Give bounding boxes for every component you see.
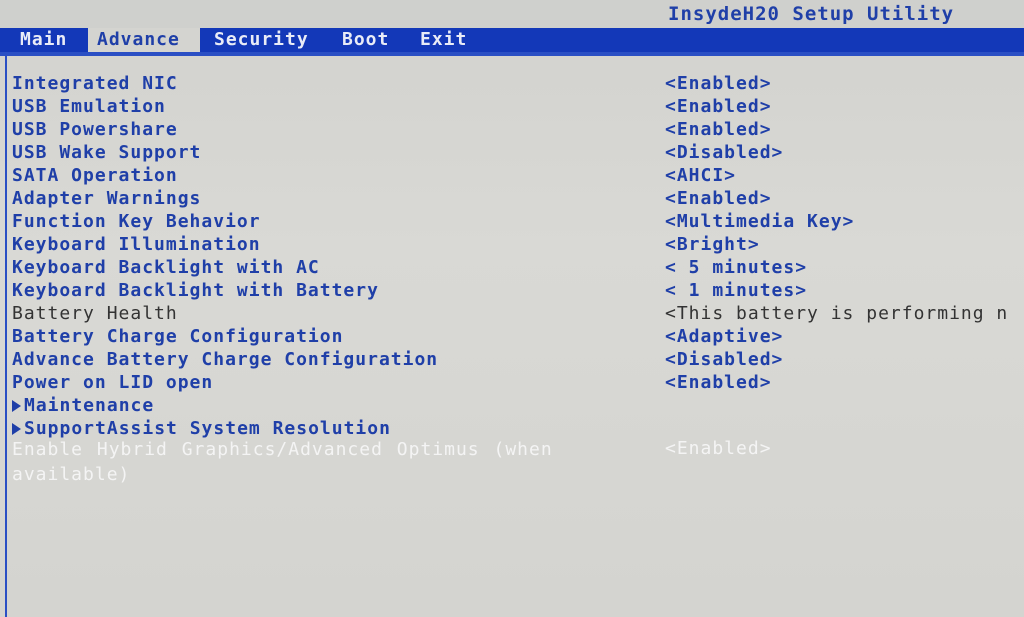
submenu-label: Maintenance — [12, 395, 154, 416]
setting-value[interactable]: < 5 minutes> — [665, 257, 807, 278]
setting-keyboard-backlight-battery[interactable]: Keyboard Backlight with Battery < 1 minu… — [0, 280, 1024, 303]
setting-advance-battery-charge-configuration[interactable]: Advance Battery Charge Configuration <Di… — [0, 349, 1024, 372]
setting-usb-powershare[interactable]: USB Powershare <Enabled> — [0, 119, 1024, 142]
bios-screen: InsydeH20 Setup Utility Main Advance Sec… — [0, 0, 1024, 617]
submenu-text: Maintenance — [24, 395, 155, 416]
right-triangle-icon — [12, 400, 21, 412]
setting-label: Battery Health — [12, 303, 178, 324]
setting-value[interactable]: <Disabled> — [665, 142, 783, 163]
setting-integrated-nic[interactable]: Integrated NIC <Enabled> — [0, 73, 1024, 96]
tab-security[interactable]: Security — [214, 28, 322, 52]
setting-value[interactable]: <Enabled> — [665, 119, 772, 140]
setting-battery-charge-configuration[interactable]: Battery Charge Configuration <Adaptive> — [0, 326, 1024, 349]
setting-function-key-behavior[interactable]: Function Key Behavior <Multimedia Key> — [0, 211, 1024, 234]
setting-label: USB Powershare — [12, 119, 178, 140]
setting-label: Enable Hybrid Graphics/Advanced Optimus … — [12, 439, 553, 485]
setting-label: USB Wake Support — [12, 142, 202, 163]
setting-label: Keyboard Illumination — [12, 234, 261, 255]
setting-value[interactable]: <Disabled> — [665, 349, 783, 370]
setting-usb-emulation[interactable]: USB Emulation <Enabled> — [0, 96, 1024, 119]
setting-enable-hybrid-graphics[interactable]: Enable Hybrid Graphics/Advanced Optimus … — [0, 437, 1024, 489]
setting-label: Power on LID open — [12, 372, 214, 393]
setting-value[interactable]: <Multimedia Key> — [665, 211, 854, 232]
setting-value[interactable]: < 1 minutes> — [665, 280, 807, 301]
setting-adapter-warnings[interactable]: Adapter Warnings <Enabled> — [0, 188, 1024, 211]
right-triangle-icon — [12, 423, 21, 435]
setting-value[interactable]: <Enabled> — [665, 188, 772, 209]
setting-keyboard-illumination[interactable]: Keyboard Illumination <Bright> — [0, 234, 1024, 257]
setting-value[interactable]: <Enabled> — [665, 73, 772, 94]
setting-label: Keyboard Backlight with Battery — [12, 280, 379, 301]
setting-value[interactable]: <Bright> — [665, 234, 760, 255]
setting-label: Advance Battery Charge Configuration — [12, 349, 439, 370]
setting-value[interactable]: <AHCI> — [665, 165, 736, 186]
submenu-maintenance[interactable]: Maintenance — [0, 395, 1024, 418]
menu-divider — [0, 52, 1024, 56]
setting-sata-operation[interactable]: SATA Operation <AHCI> — [0, 165, 1024, 188]
setting-value[interactable]: <Enabled> — [665, 438, 772, 459]
setting-keyboard-backlight-ac[interactable]: Keyboard Backlight with AC < 5 minutes> — [0, 257, 1024, 280]
setting-label: Adapter Warnings — [12, 188, 202, 209]
tab-main[interactable]: Main — [20, 28, 78, 52]
setting-label: SATA Operation — [12, 165, 178, 186]
setting-power-on-lid-open[interactable]: Power on LID open <Enabled> — [0, 372, 1024, 395]
tab-exit[interactable]: Exit — [420, 28, 476, 52]
setting-value[interactable]: <Enabled> — [665, 372, 772, 393]
menu-bar: Main Advance Security Boot Exit — [0, 28, 1024, 52]
tab-advance[interactable]: Advance — [88, 28, 200, 52]
setting-value: <This battery is performing n — [665, 303, 1009, 324]
setup-utility-title: InsydeH20 Setup Utility — [668, 3, 955, 25]
title-bar: InsydeH20 Setup Utility — [0, 0, 1024, 28]
setting-usb-wake-support[interactable]: USB Wake Support <Disabled> — [0, 142, 1024, 165]
submenu-label: SupportAssist System Resolution — [12, 418, 391, 439]
setting-label: Battery Charge Configuration — [12, 326, 344, 347]
setting-label: Keyboard Backlight with AC — [12, 257, 320, 278]
setting-value[interactable]: <Adaptive> — [665, 326, 783, 347]
setting-label: Function Key Behavior — [12, 211, 261, 232]
setting-value[interactable]: <Enabled> — [665, 96, 772, 117]
setting-label: USB Emulation — [12, 96, 166, 117]
tab-boot[interactable]: Boot — [342, 28, 398, 52]
submenu-text: SupportAssist System Resolution — [24, 418, 391, 439]
setting-battery-health: Battery Health <This battery is performi… — [0, 303, 1024, 326]
setting-label: Integrated NIC — [12, 73, 178, 94]
